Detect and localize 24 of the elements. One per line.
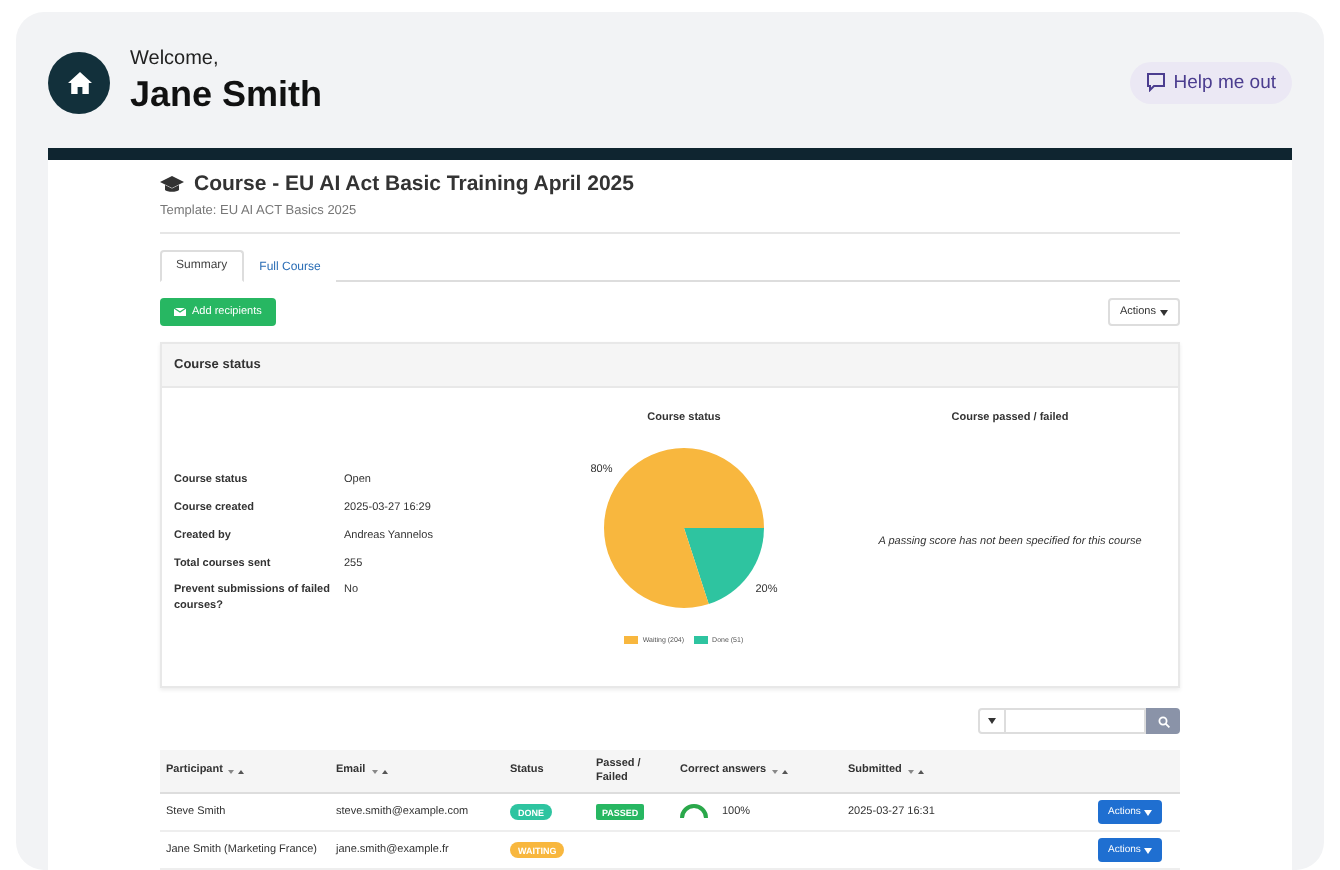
legend-swatch — [694, 636, 709, 644]
chat-icon — [1145, 72, 1166, 92]
help-button[interactable]: Help me out — [1129, 61, 1292, 103]
sort-icon[interactable] — [371, 767, 388, 775]
envelope-icon — [174, 308, 186, 316]
caret-icon — [1144, 809, 1153, 815]
graduation-cap-icon — [160, 175, 184, 193]
course-title: Course - EU AI Act Basic Training April 2025 — [194, 172, 634, 196]
sort-icon[interactable] — [228, 767, 245, 775]
caret-icon — [988, 718, 996, 724]
legend-swatch — [624, 636, 639, 644]
home-button[interactable] — [48, 51, 110, 113]
caret-icon — [1160, 309, 1168, 315]
home-icon — [67, 71, 91, 93]
search-button[interactable] — [1146, 708, 1180, 734]
sort-icon[interactable] — [772, 767, 789, 775]
search-field[interactable] — [1006, 708, 1146, 734]
sort-icon[interactable] — [907, 767, 924, 775]
user-name: Jane Smith — [130, 74, 325, 116]
filter-dropdown[interactable] — [978, 708, 1006, 734]
caret-icon — [1144, 847, 1153, 853]
search-icon — [1157, 715, 1169, 727]
gauge-icon — [680, 804, 708, 819]
welcome-text: Welcome, — [130, 48, 221, 70]
